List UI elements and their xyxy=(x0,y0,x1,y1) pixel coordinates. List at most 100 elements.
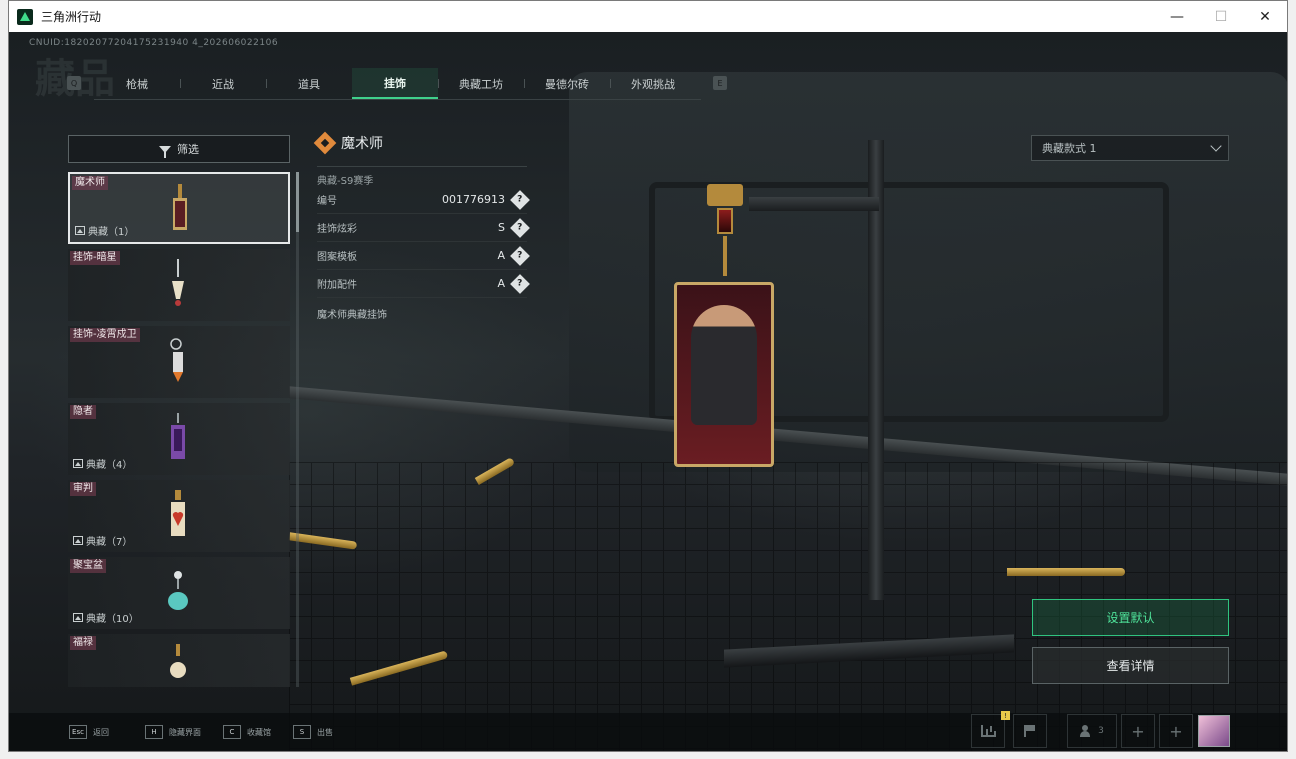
list-item[interactable]: 魔术师 典藏（1） xyxy=(68,172,290,244)
row-label: 附加配件 xyxy=(317,280,357,291)
item-thumbnail xyxy=(173,184,187,230)
detail-title: 魔术师 xyxy=(313,130,527,156)
help-icon[interactable]: ? xyxy=(510,189,530,210)
item-count: 典藏（7） xyxy=(73,533,132,548)
tab-items[interactable]: 道具 xyxy=(266,68,352,99)
filter-label: 筛选 xyxy=(177,143,199,156)
list-scrollbar-thumb[interactable] xyxy=(296,172,299,232)
detail-description: 魔术师典藏挂饰 xyxy=(317,310,387,321)
tab-collection-workshop[interactable]: 典藏工坊 xyxy=(438,68,524,99)
minimize-button[interactable]: — xyxy=(1155,1,1199,32)
title-bar: 三角洲行动 — ☐ ✕ xyxy=(9,1,1287,32)
image-icon xyxy=(73,613,83,622)
close-button[interactable]: ✕ xyxy=(1243,1,1287,32)
maximize-button[interactable]: ☐ xyxy=(1199,1,1243,32)
desktop-strip xyxy=(0,752,1296,759)
key-s: S xyxy=(293,725,311,739)
chevron-down-icon xyxy=(1210,140,1222,152)
tab-next-key[interactable]: E xyxy=(713,76,727,90)
tab-melee[interactable]: 近战 xyxy=(180,68,266,99)
row-label: 挂饰炫彩 xyxy=(317,224,357,235)
item-detail-panel: 魔术师 典藏-S9赛季 编号 001776913? 挂饰炫彩 S? 图案模板 A… xyxy=(313,130,530,321)
avatar[interactable] xyxy=(1198,715,1230,747)
help-icon[interactable]: ? xyxy=(510,273,530,294)
tab-prev-key[interactable]: Q xyxy=(67,76,81,90)
display-stand-arm xyxy=(749,197,879,211)
bar-chart-icon xyxy=(981,725,995,737)
item-thumbnail xyxy=(171,490,185,536)
list-item[interactable]: 挂饰-凌霄戍卫 xyxy=(68,326,290,398)
item-name: 审判 xyxy=(70,482,96,496)
list-item[interactable]: 隐者 典藏（4） xyxy=(68,403,290,475)
item-count: 典藏（1） xyxy=(75,223,134,238)
item-thumbnail xyxy=(172,259,184,306)
flag-button[interactable] xyxy=(1013,714,1047,748)
tab-charms[interactable]: 挂饰 xyxy=(352,68,438,99)
row-value: S xyxy=(498,221,505,234)
item-thumbnail xyxy=(168,571,188,610)
help-icon[interactable]: ? xyxy=(510,217,530,238)
set-default-button[interactable]: 设置默认 xyxy=(1032,599,1229,636)
tab-mandel-brick[interactable]: 曼德尔砖 xyxy=(524,68,610,99)
item-thumbnail xyxy=(171,413,185,459)
flag-icon xyxy=(1024,725,1036,737)
hint-hide-ui[interactable]: H 隐藏界面 xyxy=(145,721,201,743)
stats-button[interactable] xyxy=(971,714,1005,748)
item-name: 挂饰-暗星 xyxy=(70,251,120,265)
hourglass-icon xyxy=(717,208,733,234)
key-h: H xyxy=(145,725,163,739)
tab-guns[interactable]: 枪械 xyxy=(94,68,180,99)
pendant-chain xyxy=(723,236,727,276)
help-icon[interactable]: ? xyxy=(510,245,530,266)
key-esc: Esc xyxy=(69,725,87,739)
list-item[interactable]: 福禄 xyxy=(68,634,290,687)
item-name: 挂饰-凌霄戍卫 xyxy=(70,328,140,342)
magician-pendant-preview[interactable] xyxy=(674,282,774,467)
rarity-diamond-icon xyxy=(313,131,337,155)
clip-top xyxy=(707,184,743,206)
game-window: 三角洲行动 — ☐ ✕ CNUID:18202077204175231940 4… xyxy=(8,0,1288,752)
detail-row-accessory: 附加配件 A? xyxy=(317,270,530,298)
charm-list: 魔术师 典藏（1） 挂饰-暗星 挂饰-凌霄戍卫 隐者 典藏（4） 审判 典藏（7… xyxy=(68,172,290,687)
add-slot-button[interactable]: + xyxy=(1159,714,1193,748)
style-dropdown[interactable]: 典藏款式 1 xyxy=(1031,135,1229,161)
detail-row-pattern: 图案模板 A? xyxy=(317,242,530,270)
image-icon xyxy=(73,536,83,545)
image-icon xyxy=(73,459,83,468)
add-slot-button[interactable]: + xyxy=(1121,714,1155,748)
bullet-decoration xyxy=(1007,568,1125,576)
item-name: 魔术师 xyxy=(72,176,108,190)
hint-back[interactable]: Esc 返回 xyxy=(69,721,109,743)
row-label: 编号 xyxy=(317,196,337,207)
list-item[interactable]: 聚宝盆 典藏（10） xyxy=(68,557,290,629)
friends-button[interactable]: 3 xyxy=(1067,714,1117,748)
detail-title-text: 魔术师 xyxy=(341,136,383,152)
hint-collection[interactable]: C 收藏馆 xyxy=(223,721,271,743)
item-count: 典藏（4） xyxy=(73,456,132,471)
filter-icon xyxy=(159,145,171,158)
tab-appearance-challenge[interactable]: 外观挑战 xyxy=(610,68,696,99)
list-item[interactable]: 审判 典藏（7） xyxy=(68,480,290,552)
list-item[interactable]: 挂饰-暗星 xyxy=(68,249,290,321)
detail-row-color: 挂饰炫彩 S? xyxy=(317,214,530,242)
friends-icon xyxy=(1080,725,1094,737)
key-c: C xyxy=(223,725,241,739)
notification-badge: ! xyxy=(1001,711,1010,720)
detail-row-serial: 编号 001776913? xyxy=(317,186,530,214)
friends-count: 3 xyxy=(1098,726,1104,736)
app-logo-icon xyxy=(17,8,33,25)
item-name: 隐者 xyxy=(70,405,96,419)
filter-button[interactable]: 筛选 xyxy=(68,135,290,163)
magician-figure xyxy=(691,305,757,425)
view-details-button[interactable]: 查看详情 xyxy=(1032,647,1229,684)
row-value: A xyxy=(497,249,505,262)
row-label: 图案模板 xyxy=(317,252,357,263)
item-name: 福禄 xyxy=(70,636,96,650)
style-dropdown-value: 典藏款式 1 xyxy=(1042,142,1097,155)
row-value: 001776913 xyxy=(442,193,505,206)
hint-sell[interactable]: S 出售 xyxy=(293,721,333,743)
list-scrollbar[interactable] xyxy=(296,172,299,687)
item-thumbnail xyxy=(170,338,183,382)
item-name: 聚宝盆 xyxy=(70,559,106,573)
bottom-bar: Esc 返回 H 隐藏界面 C 收藏馆 S 出售 ! 3 + + xyxy=(9,711,1287,751)
